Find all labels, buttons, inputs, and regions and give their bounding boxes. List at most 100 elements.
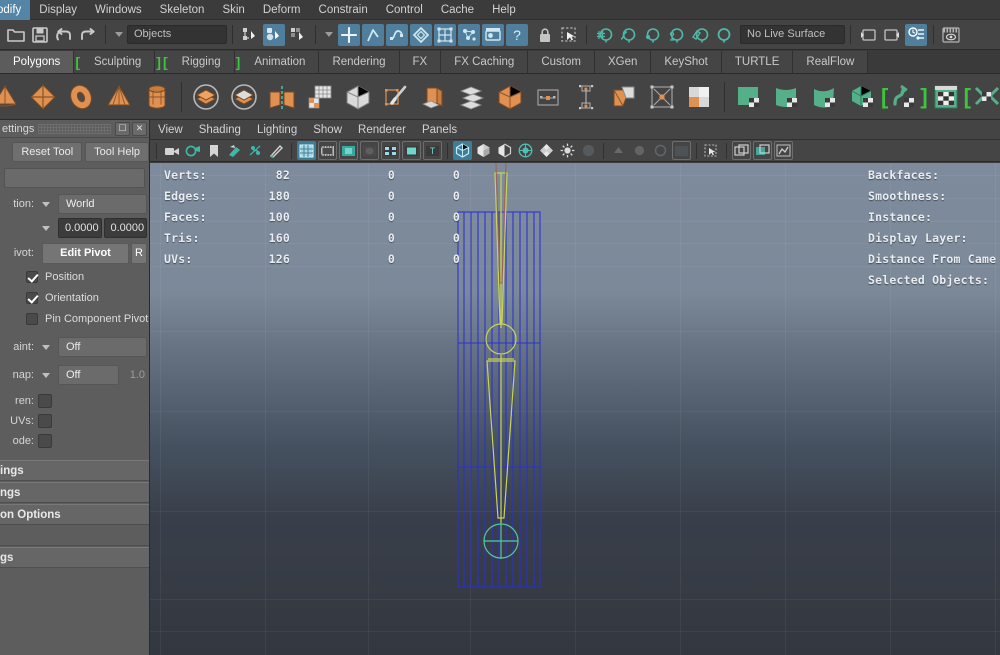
uvs-toggle-swatch[interactable]	[38, 414, 52, 428]
pivot-orientation-checkbox[interactable]: Orientation	[0, 287, 149, 308]
viewport-menu-show[interactable]: Show	[305, 120, 350, 140]
shelf-tab-keyshot[interactable]: KeyShot	[651, 51, 722, 73]
edit-pivot-button[interactable]: Edit Pivot	[42, 242, 129, 264]
show-hide-editor-right-icon[interactable]	[881, 24, 903, 46]
make-live-icon[interactable]	[713, 24, 735, 46]
poly-append-icon[interactable]	[645, 80, 679, 114]
poly-pyramid-icon[interactable]	[102, 80, 136, 114]
mask-handles-icon[interactable]	[338, 23, 360, 46]
render-view-icon[interactable]	[940, 24, 962, 46]
shelf-tab-realflow[interactable]: RealFlow	[793, 51, 869, 73]
uv-editor-window-icon[interactable]	[929, 80, 963, 114]
shelf-tab-xgen[interactable]: XGen	[594, 51, 652, 73]
film-gate-icon[interactable]	[318, 141, 337, 160]
reset-tool-button[interactable]: Reset Tool	[12, 142, 83, 162]
bookmark-icon[interactable]	[204, 141, 223, 160]
save-scene-icon[interactable]	[29, 24, 51, 46]
close-panel-icon[interactable]: ✕	[132, 121, 147, 136]
section-reflection-options[interactable]: on Options	[0, 504, 149, 525]
motion-blur-icon[interactable]	[672, 141, 691, 160]
viewport-menu-shading[interactable]: Shading	[191, 120, 249, 140]
paint-caret-icon[interactable]	[42, 344, 50, 350]
snap-combo[interactable]: Off	[58, 365, 119, 385]
image-plane-icon[interactable]	[225, 141, 244, 160]
section-tool-settings[interactable]: gs	[0, 547, 149, 568]
uv-editor-icon[interactable]	[683, 80, 717, 114]
highlight-selection-icon[interactable]	[558, 24, 580, 46]
grease-pencil-icon[interactable]	[267, 141, 286, 160]
poly-cylinder-icon[interactable]	[140, 80, 174, 114]
poly-cone-clipped-icon[interactable]	[0, 80, 22, 114]
poly-mirror-icon[interactable]	[265, 80, 299, 114]
snap-amount-value[interactable]: 1.0	[121, 369, 149, 381]
mode-toggle-swatch[interactable]	[38, 434, 52, 448]
select-by-hierarchy-icon[interactable]	[239, 24, 261, 46]
poly-smooth-icon[interactable]	[341, 80, 375, 114]
axis-orientation-combo[interactable]: World	[58, 194, 147, 214]
pivot-position-checkbox[interactable]: Position	[0, 266, 149, 287]
smooth-shade-selected-icon[interactable]	[495, 141, 514, 160]
two-d-pan-zoom-icon[interactable]	[246, 141, 265, 160]
shadows-icon[interactable]	[630, 141, 649, 160]
isolate-select-icon[interactable]	[702, 141, 721, 160]
mask-rendering-icon[interactable]	[482, 23, 504, 46]
lighting-icon[interactable]	[609, 141, 628, 160]
poly-booleans-difference-icon[interactable]	[227, 80, 261, 114]
menu-item-windows[interactable]: Windows	[86, 0, 151, 20]
gate-mask-icon[interactable]	[360, 141, 379, 160]
safe-action-icon[interactable]	[402, 141, 421, 160]
uv-spherical-map-icon[interactable]	[808, 80, 842, 114]
poly-combine-icon[interactable]	[531, 80, 565, 114]
menu-item-deform[interactable]: Deform	[254, 0, 310, 20]
safe-title-icon[interactable]: T	[423, 141, 442, 160]
tool-search-input[interactable]	[4, 168, 145, 188]
screen-space-ao-icon[interactable]	[651, 141, 670, 160]
uv-automatic-map-icon[interactable]	[846, 80, 880, 114]
tool-help-button[interactable]: Tool Help	[85, 142, 149, 162]
shaded-wireframe-icon[interactable]	[537, 141, 556, 160]
uv-planar-map-icon[interactable]	[732, 80, 766, 114]
shelf-tab-animation[interactable]: Animation	[241, 51, 320, 73]
viewport-menu-lighting[interactable]: Lighting	[249, 120, 305, 140]
mask-joints-icon[interactable]	[362, 23, 384, 46]
paint-combo[interactable]: Off	[58, 337, 147, 357]
xray-joints-icon[interactable]	[753, 141, 772, 160]
resolution-gate-icon[interactable]	[339, 141, 358, 160]
section-symmetry-settings[interactable]: ngs	[0, 482, 149, 503]
viewport-3d-canvas[interactable]: Verts: 82 0 0 Edges: 180 0 0 Faces: 100 …	[150, 163, 1000, 655]
poly-multi-cut-grid-icon[interactable]	[303, 80, 337, 114]
axis-offset-y-field[interactable]: 0.0000	[103, 218, 147, 238]
viewport-menu-view[interactable]: View	[150, 120, 191, 140]
show-hide-editor-left-icon[interactable]	[857, 24, 879, 46]
undock-panel-icon[interactable]: ☐	[115, 121, 130, 136]
menu-item-display[interactable]: Display	[30, 0, 86, 20]
poly-booleans-union-icon[interactable]	[189, 80, 223, 114]
panel-drag-handle[interactable]	[38, 123, 111, 134]
poly-sphere-icon[interactable]	[26, 80, 60, 114]
select-camera-icon[interactable]	[162, 141, 181, 160]
mask-preset-dropdown-icon[interactable]	[325, 32, 333, 37]
reset-pivot-button[interactable]: R	[131, 242, 147, 264]
shelf-tab-polygons[interactable]: Polygons	[0, 51, 75, 73]
shelf-tab-sculpting[interactable]: Sculpting	[80, 51, 156, 73]
attribute-editor-toggle-icon[interactable]	[905, 23, 927, 46]
shelf-tab-turtle[interactable]: TURTLE	[721, 51, 794, 73]
poly-extrude-icon[interactable]	[455, 80, 489, 114]
shelf-tab-fx[interactable]: FX	[399, 51, 442, 73]
mask-deformers-icon[interactable]	[434, 23, 456, 46]
snap-to-view-plane-icon[interactable]	[689, 24, 711, 46]
selection-mask-field[interactable]: Objects	[127, 25, 227, 44]
uv-cylindrical-map-icon[interactable]	[770, 80, 804, 114]
poly-bevel-icon[interactable]	[493, 80, 527, 114]
shelf-tab-custom[interactable]: Custom	[528, 51, 595, 73]
live-surface-field[interactable]: No Live Surface	[740, 25, 845, 44]
axis-offset-x-field[interactable]: 0.0000	[58, 218, 102, 238]
poly-bridge-icon[interactable]	[607, 80, 641, 114]
uv-unfold-icon[interactable]	[887, 80, 921, 114]
select-by-component-type-icon[interactable]	[287, 24, 309, 46]
textured-icon[interactable]	[579, 141, 598, 160]
redo-icon[interactable]	[77, 24, 99, 46]
menu-item-modify[interactable]: odify	[0, 0, 31, 20]
selection-mask-dropdown-icon[interactable]	[115, 32, 123, 37]
children-toggle-swatch[interactable]	[38, 394, 52, 408]
